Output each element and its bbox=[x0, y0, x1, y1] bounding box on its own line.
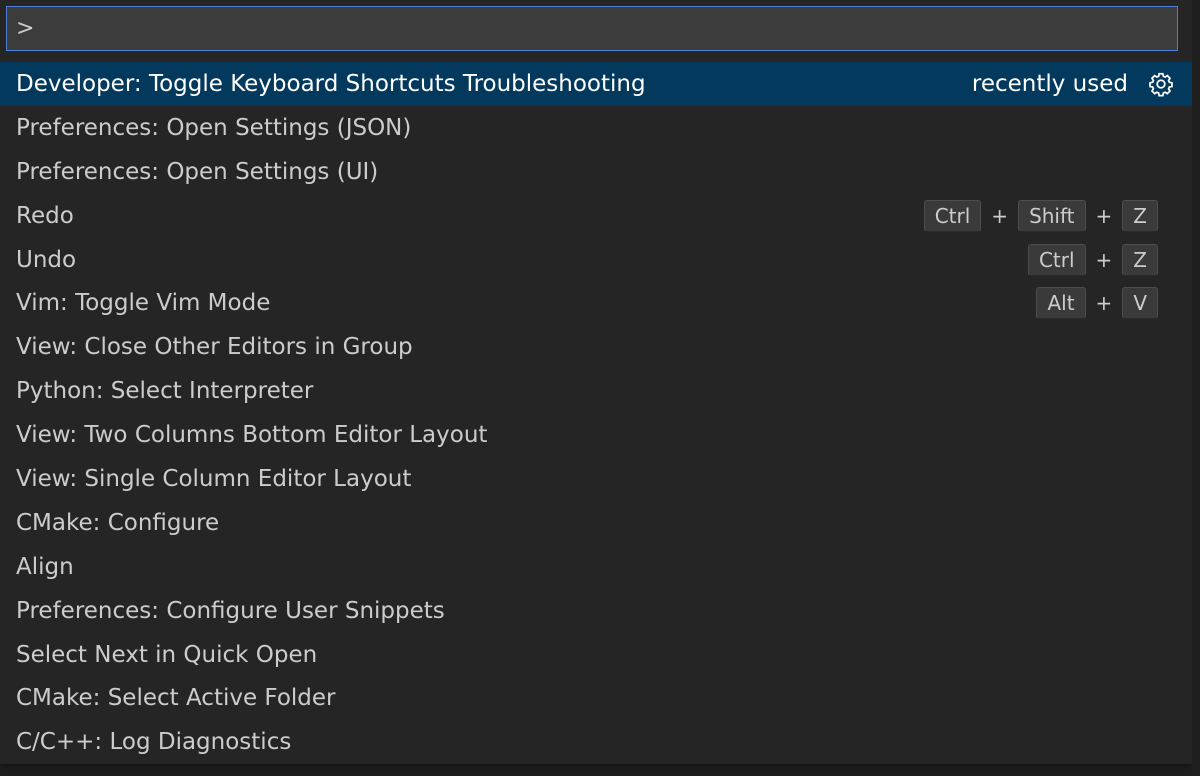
command-label: Vim: Toggle Vim Mode bbox=[16, 290, 271, 317]
command-item[interactable]: Redo Ctrl + Shift + Z bbox=[0, 194, 1192, 238]
command-label: View: Two Columns Bottom Editor Layout bbox=[16, 422, 488, 449]
command-label: Redo bbox=[16, 202, 74, 229]
command-item[interactable]: Preferences: Configure User Snippets bbox=[0, 589, 1192, 633]
command-label: Preferences: Open Settings (JSON) bbox=[16, 114, 412, 141]
key-separator: + bbox=[1095, 291, 1113, 316]
key-cap: Z bbox=[1122, 243, 1158, 276]
recently-used-badge: recently used bbox=[971, 70, 1128, 97]
command-label: C/C++: Log Diagnostics bbox=[16, 729, 292, 756]
key-cap: Shift bbox=[1018, 199, 1086, 232]
command-palette: Developer: Toggle Keyboard Shortcuts Tro… bbox=[0, 0, 1192, 764]
command-label: View: Single Column Editor Layout bbox=[16, 465, 412, 492]
command-item[interactable]: Python: Select Interpreter bbox=[0, 369, 1192, 413]
command-list: Developer: Toggle Keyboard Shortcuts Tro… bbox=[0, 62, 1192, 764]
command-item[interactable]: C/C++: Log Diagnostics bbox=[0, 720, 1192, 764]
command-label: Undo bbox=[16, 246, 77, 273]
command-palette-input[interactable] bbox=[7, 7, 1177, 50]
command-item[interactable]: Preferences: Open Settings (JSON) bbox=[0, 106, 1192, 150]
key-separator: + bbox=[1095, 247, 1113, 272]
command-label: View: Close Other Editors in Group bbox=[16, 334, 413, 361]
scrollbar-track[interactable] bbox=[1192, 0, 1200, 776]
command-palette-input-box[interactable] bbox=[6, 6, 1178, 51]
key-cap: V bbox=[1122, 287, 1158, 320]
command-item[interactable]: View: Two Columns Bottom Editor Layout bbox=[0, 413, 1192, 457]
command-label: Align bbox=[16, 553, 74, 580]
command-item[interactable]: View: Close Other Editors in Group bbox=[0, 325, 1192, 369]
command-item[interactable]: Developer: Toggle Keyboard Shortcuts Tro… bbox=[0, 62, 1192, 106]
key-cap: Ctrl bbox=[923, 199, 982, 232]
command-label: Select Next in Quick Open bbox=[16, 641, 318, 668]
key-separator: + bbox=[991, 203, 1009, 228]
command-item[interactable]: Undo Ctrl + Z bbox=[0, 238, 1192, 282]
key-separator: + bbox=[1095, 203, 1113, 228]
command-label: CMake: Select Active Folder bbox=[16, 685, 336, 712]
keybinding: Ctrl + Shift + Z bbox=[923, 199, 1158, 232]
command-label: Python: Select Interpreter bbox=[16, 378, 314, 405]
command-label: CMake: Configure bbox=[16, 509, 220, 536]
command-item[interactable]: Vim: Toggle Vim Mode Alt + V bbox=[0, 281, 1192, 325]
gear-icon[interactable] bbox=[1146, 69, 1176, 99]
key-cap: Z bbox=[1122, 199, 1158, 232]
command-item[interactable]: Preferences: Open Settings (UI) bbox=[0, 150, 1192, 194]
command-item[interactable]: View: Single Column Editor Layout bbox=[0, 457, 1192, 501]
command-item[interactable]: Select Next in Quick Open bbox=[0, 633, 1192, 677]
command-label: Developer: Toggle Keyboard Shortcuts Tro… bbox=[16, 70, 646, 97]
keybinding: Alt + V bbox=[1036, 287, 1158, 320]
command-item[interactable]: Align bbox=[0, 545, 1192, 589]
command-item[interactable]: CMake: Configure bbox=[0, 501, 1192, 545]
command-item[interactable]: CMake: Select Active Folder bbox=[0, 676, 1192, 720]
key-cap: Alt bbox=[1036, 287, 1086, 320]
command-label: Preferences: Configure User Snippets bbox=[16, 597, 445, 624]
keybinding: Ctrl + Z bbox=[1027, 243, 1158, 276]
command-label: Preferences: Open Settings (UI) bbox=[16, 158, 379, 185]
key-cap: Ctrl bbox=[1027, 243, 1086, 276]
